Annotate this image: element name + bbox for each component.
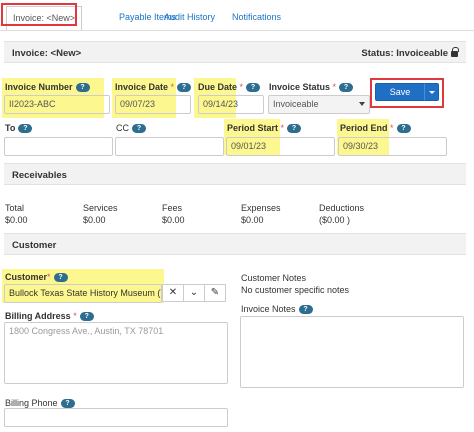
customer-title: Customer <box>12 240 57 251</box>
chevron-down-icon: ⌄ <box>189 287 199 298</box>
expenses-value: $0.00 <box>241 215 264 225</box>
edit-customer-button[interactable]: ✎ <box>204 284 226 302</box>
period-start-input[interactable]: 09/01/23 <box>226 137 335 156</box>
fees-value: $0.00 <box>162 215 185 225</box>
invoice-header-bar: Invoice: <New> Status: Invoiceable <box>4 41 466 63</box>
billing-address-input[interactable]: 1800 Congress Ave., Austin, TX 78701 <box>4 322 228 384</box>
close-icon: ✕ <box>168 287 178 298</box>
deductions-value: ($0.00 ) <box>319 215 351 225</box>
clear-customer-button[interactable]: ✕ <box>162 284 184 302</box>
help-icon[interactable]: ? <box>339 83 354 93</box>
tab-audit-history[interactable]: Audit History <box>158 6 221 30</box>
tab-notifications[interactable]: Notifications <box>226 6 287 30</box>
invoice-date-label: Invoice Date *? <box>115 82 192 93</box>
customer-header: Customer <box>4 233 466 255</box>
help-icon[interactable]: ? <box>246 83 261 93</box>
period-start-label: Period Start *? <box>227 123 302 134</box>
help-icon[interactable]: ? <box>177 83 192 93</box>
total-label: Total <box>5 203 25 213</box>
to-input[interactable] <box>4 137 113 156</box>
billing-phone-input[interactable] <box>4 408 228 427</box>
invoice-status-label: Invoice Status *? <box>269 82 354 93</box>
invoice-number-input[interactable]: II2023-ABC <box>4 95 110 114</box>
deductions-label: Deductions <box>319 203 365 213</box>
due-date-label: Due Date *? <box>198 82 261 93</box>
invoice-date-input[interactable]: 09/07/23 <box>115 95 191 114</box>
help-icon[interactable]: ? <box>298 305 313 315</box>
receivables-header: Receivables <box>4 163 466 185</box>
help-icon[interactable]: ? <box>60 399 75 409</box>
to-label: To? <box>5 123 33 134</box>
customer-input[interactable]: Bullock Texas State History Museum (T <box>4 284 162 303</box>
period-end-input[interactable]: 09/30/23 <box>338 137 447 156</box>
edit-icon: ✎ <box>210 287 220 298</box>
status-badge: Status: Invoiceable <box>361 47 459 59</box>
invoice-notes-input[interactable] <box>240 316 464 388</box>
invoice-number-label: Invoice Number? <box>5 82 90 93</box>
fees-label: Fees <box>162 203 183 213</box>
customer-label: Customer*? <box>5 272 68 283</box>
help-icon[interactable]: ? <box>287 124 302 134</box>
due-date-input[interactable]: 09/14/23 <box>198 95 264 114</box>
expenses-label: Expenses <box>241 203 281 213</box>
customer-notes-label: Customer Notes <box>241 273 307 283</box>
receivables-title: Receivables <box>12 170 67 181</box>
save-button[interactable]: Save <box>375 83 425 101</box>
cc-input[interactable] <box>115 137 224 156</box>
total-value: $0.00 <box>5 215 28 225</box>
save-options-button[interactable] <box>424 83 439 101</box>
lock-icon <box>451 47 459 57</box>
help-icon[interactable]: ? <box>396 124 411 134</box>
customer-dropdown-button[interactable]: ⌄ <box>183 284 205 302</box>
billing-phone-label: Billing Phone? <box>5 398 75 409</box>
chevron-down-icon <box>359 102 365 106</box>
invoice-status-select[interactable]: Invoiceable <box>268 95 370 114</box>
help-icon[interactable]: ? <box>18 124 33 134</box>
help-icon[interactable]: ? <box>75 83 90 93</box>
help-icon[interactable]: ? <box>53 273 68 283</box>
customer-notes-value: No customer specific notes <box>241 285 350 295</box>
help-icon[interactable]: ? <box>79 312 94 322</box>
services-label: Services <box>83 203 118 213</box>
invoice-title: Invoice: <New> <box>12 48 82 59</box>
tab-divider <box>0 30 474 31</box>
period-end-label: Period End *? <box>340 123 411 134</box>
services-value: $0.00 <box>83 215 106 225</box>
help-icon[interactable]: ? <box>132 124 146 134</box>
tab-invoice[interactable]: Invoice: <New> <box>6 6 83 30</box>
invoice-notes-label: Invoice Notes? <box>241 304 313 315</box>
cc-label: CC? <box>116 123 146 134</box>
billing-address-label: Billing Address *? <box>5 311 94 322</box>
